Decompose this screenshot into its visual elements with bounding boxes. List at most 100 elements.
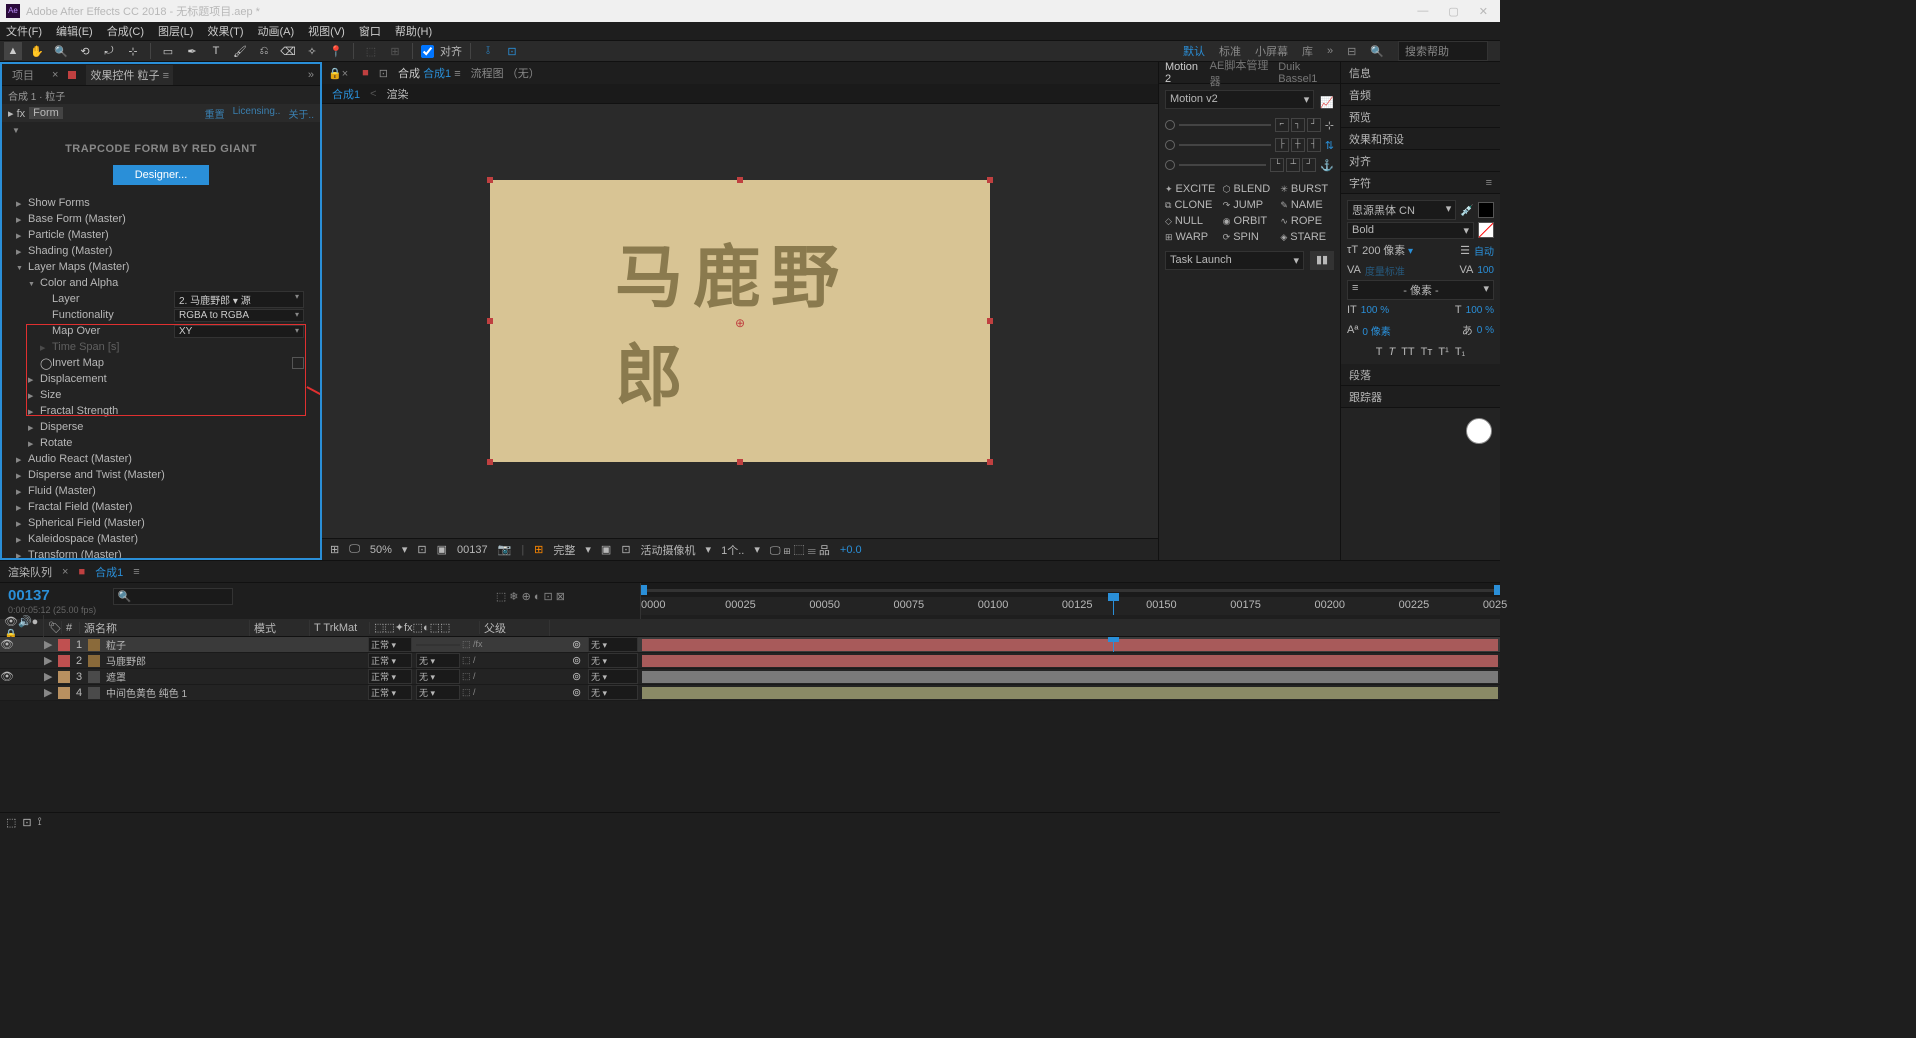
chevron-down-icon[interactable]: ▾: [754, 543, 760, 556]
grid-icon[interactable]: ⊞: [330, 543, 339, 556]
zoom-value[interactable]: 50%: [370, 544, 392, 556]
status-icon[interactable]: ⟟: [38, 816, 42, 829]
menu-help[interactable]: 帮助(H): [395, 23, 432, 39]
about-link[interactable]: 关于..: [288, 106, 314, 121]
expand-icon[interactable]: ▶: [44, 686, 56, 699]
orbit-tool[interactable]: ⟲: [76, 42, 94, 60]
align-btn[interactable]: ⌐: [1275, 118, 1289, 132]
puppet-tool[interactable]: 📍: [327, 42, 345, 60]
tab-composition[interactable]: 合成 合成1 ≡: [398, 65, 461, 81]
brush-tool[interactable]: 🖌: [231, 42, 249, 60]
fx-toggle-icon[interactable]: ▸ fx: [8, 107, 25, 120]
panel-fx-presets[interactable]: 效果和预设: [1341, 128, 1500, 150]
local-axis-icon[interactable]: ⬚: [362, 42, 380, 60]
handle-br[interactable]: [987, 459, 993, 465]
anchor-icon[interactable]: ⚓: [1320, 159, 1334, 172]
anchor-point-icon[interactable]: [735, 316, 745, 326]
hand-tool[interactable]: ✋: [28, 42, 46, 60]
composition-canvas[interactable]: 马鹿野郎: [490, 180, 990, 462]
menu-window[interactable]: 窗口: [359, 23, 381, 39]
prop-fractal-field[interactable]: Fractal Field (Master): [28, 501, 310, 513]
orbit-button[interactable]: ◉ ORBIT: [1223, 215, 1277, 227]
screen-icon[interactable]: 🖵: [349, 543, 360, 556]
align-btn[interactable]: ┐: [1291, 118, 1305, 132]
close-button[interactable]: ✕: [1479, 5, 1488, 18]
tsume-value[interactable]: 0 %: [1477, 325, 1494, 336]
stroke-color-swatch[interactable]: [1478, 222, 1494, 238]
maximize-button[interactable]: ▢: [1448, 5, 1458, 18]
snap-icon-2[interactable]: ⊡: [503, 42, 521, 60]
workspace-lib[interactable]: 库: [1302, 43, 1313, 59]
burst-button[interactable]: ✳ BURST: [1280, 183, 1334, 195]
stare-button[interactable]: ◈ STARE: [1280, 231, 1334, 243]
timeline-search[interactable]: 🔍: [113, 588, 233, 605]
zoom-tool[interactable]: 🔍: [52, 42, 70, 60]
trkmat[interactable]: 无 ▾: [416, 669, 460, 684]
work-area-end[interactable]: [1494, 585, 1500, 595]
tab-timeline-comp[interactable]: 合成1: [95, 564, 123, 580]
bold-button[interactable]: T: [1376, 346, 1383, 358]
tab-project[interactable]: 项目: [8, 65, 38, 85]
align-btn[interactable]: ├: [1275, 138, 1289, 152]
prop-disperse-twist[interactable]: Disperse and Twist (Master): [28, 469, 310, 481]
breadcrumb-render[interactable]: 渲染: [387, 86, 409, 102]
time-ruler[interactable]: 0000000250005000075001000012500150001750…: [641, 597, 1500, 615]
res-icon[interactable]: ⊡: [417, 543, 426, 556]
layer-name[interactable]: 粒子: [102, 637, 366, 652]
align-btn[interactable]: ┼: [1291, 138, 1305, 152]
font-family-dropdown[interactable]: 思源黑体 CN▾: [1347, 200, 1456, 220]
expand-icon[interactable]: ▶: [44, 638, 56, 651]
handle-tl[interactable]: [487, 177, 493, 183]
clone-button[interactable]: ⧉ CLONE: [1165, 199, 1219, 211]
prop-transform[interactable]: Transform (Master): [28, 549, 310, 558]
lock-icon[interactable]: 🔒×: [328, 67, 348, 80]
tab-render-queue[interactable]: 渲染队列: [8, 564, 52, 580]
parent-dropdown[interactable]: 无 ▾: [588, 637, 638, 652]
roi-icon[interactable]: ▣: [601, 543, 611, 556]
viewer[interactable]: 马鹿野郎: [322, 104, 1158, 538]
layer-dropdown[interactable]: 2. 马鹿野郎 ▾ 源: [174, 291, 304, 308]
blend-mode[interactable]: 正常 ▾: [368, 653, 412, 668]
tab-effect-controls[interactable]: 效果控件 粒子 ≡: [86, 65, 173, 85]
status-icon[interactable]: ⬚: [6, 816, 16, 829]
expand-icon[interactable]: ▶: [44, 670, 56, 683]
floating-badge[interactable]: [1466, 418, 1492, 444]
smallcaps-button[interactable]: Tᴛ: [1421, 346, 1433, 358]
switches[interactable]: ⬚ /: [462, 671, 572, 682]
prop-shading[interactable]: Shading (Master): [28, 245, 310, 257]
chevron-down-icon[interactable]: ▾: [402, 543, 408, 556]
panel-menu-icon[interactable]: »: [308, 69, 314, 81]
breadcrumb-comp[interactable]: 合成1: [332, 86, 360, 102]
roto-tool[interactable]: ✧: [303, 42, 321, 60]
slider-dot[interactable]: [1165, 160, 1175, 170]
visibility-toggle[interactable]: 👁: [0, 670, 14, 683]
layer-bar[interactable]: [642, 655, 1498, 667]
timeline-row[interactable]: 👁 ▶ 1 粒子 正常 ▾ ⬚ /fx ⊚ 无 ▾: [0, 637, 1500, 653]
snap-icon[interactable]: ⫱: [479, 42, 497, 60]
switches[interactable]: ⬚ /: [462, 655, 572, 666]
channel-icon[interactable]: ⊞: [534, 543, 543, 556]
prop-particle[interactable]: Particle (Master): [28, 229, 310, 241]
blend-mode[interactable]: 正常 ▾: [368, 669, 412, 684]
minimize-button[interactable]: —: [1417, 5, 1428, 18]
parent-dropdown[interactable]: 无 ▾: [588, 669, 638, 684]
parent-dropdown[interactable]: 无 ▾: [588, 685, 638, 700]
layer-bar[interactable]: [642, 687, 1498, 699]
menu-file[interactable]: 文件(F): [6, 23, 42, 39]
panel-align[interactable]: 对齐: [1341, 150, 1500, 172]
tab-duik[interactable]: Duik Bassel1: [1278, 61, 1334, 85]
slider-dot[interactable]: [1165, 120, 1175, 130]
italic-button[interactable]: T: [1388, 346, 1395, 358]
slider-dot[interactable]: [1165, 140, 1175, 150]
blend-mode[interactable]: 正常 ▾: [368, 685, 412, 700]
exposure-value[interactable]: +0.0: [840, 544, 862, 556]
handle-ml[interactable]: [487, 318, 493, 324]
menu-effect[interactable]: 效果(T): [207, 23, 243, 39]
prop-color-alpha[interactable]: Color and Alpha: [40, 277, 310, 289]
align-btn[interactable]: ┘: [1302, 158, 1316, 172]
menu-edit[interactable]: 编辑(E): [56, 23, 93, 39]
layer-bar[interactable]: [642, 639, 1498, 651]
panel-info[interactable]: 信息: [1341, 62, 1500, 84]
align-btn[interactable]: ┴: [1286, 158, 1300, 172]
subscript-button[interactable]: T₁: [1455, 346, 1465, 358]
